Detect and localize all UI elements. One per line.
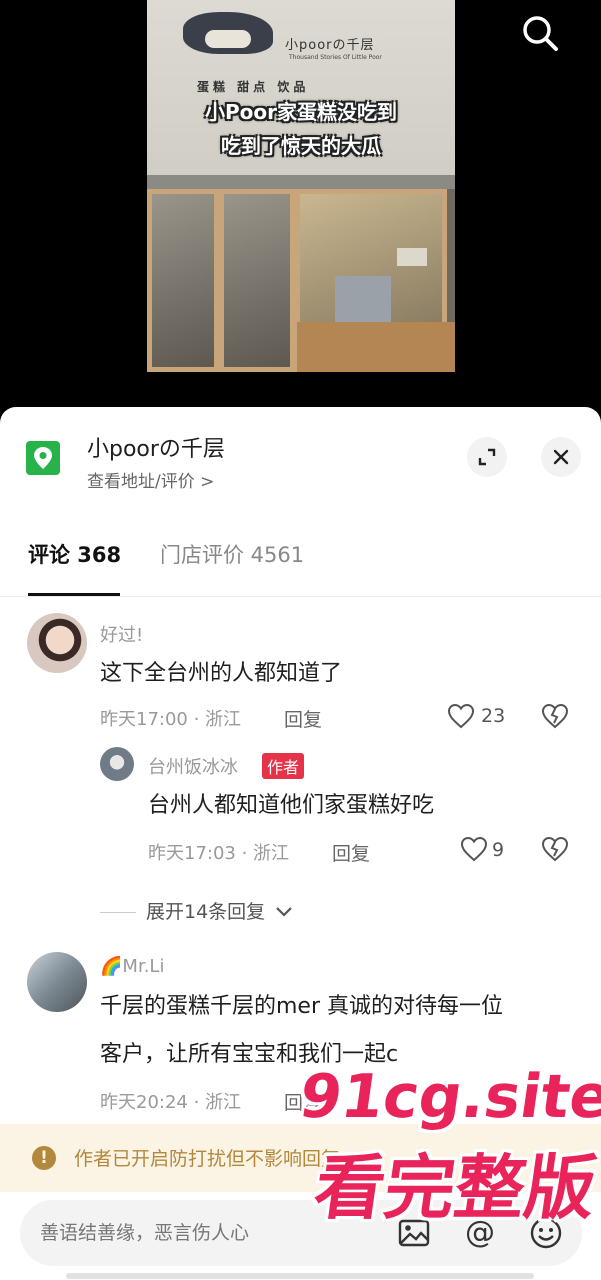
shop-sign-subtitle: Thousand Stories Of Little Poor <box>289 54 382 61</box>
shop-logo-image <box>183 12 273 54</box>
video-caption-line2: 吃到了惊天的大瓜 <box>221 134 381 158</box>
comment-text-line1: 千层的蛋糕千层的mer 真诚的对待每一位 <box>100 994 504 1019</box>
home-indicator <box>66 1273 534 1279</box>
close-icon[interactable] <box>541 437 581 477</box>
broken-heart-icon[interactable] <box>541 836 569 866</box>
exclamation-icon: ! <box>32 1146 56 1170</box>
reply-button[interactable]: 回复 <box>284 705 322 732</box>
comment-username[interactable]: 好过! <box>100 621 143 647</box>
tab-comments[interactable]: 评论 368 <box>28 539 121 569</box>
wooden-counter <box>297 322 455 372</box>
window-pane <box>147 189 219 372</box>
chevron-down-icon <box>276 907 293 917</box>
tab-store-reviews[interactable]: 门店评价 4561 <box>160 539 304 569</box>
view-address-reviews-link[interactable]: 查看地址/评价 > <box>87 467 214 492</box>
inner-sign <box>397 248 427 266</box>
search-icon[interactable] <box>516 10 564 58</box>
comment-meta: 昨天17:03 · 浙江 <box>148 843 290 864</box>
comment-meta: 昨天20:24 · 浙江 <box>100 1092 242 1113</box>
comment-username[interactable]: 台州饭冰冰 <box>148 753 238 779</box>
expand-replies-label: 展开14条回复 <box>146 901 266 923</box>
store-header: 小poorの千层 查看地址/评价 > <box>0 407 601 507</box>
shop-awning <box>147 175 455 189</box>
expand-icon[interactable] <box>467 437 507 477</box>
reply-item: 台州饭冰冰 作者 台州人都知道他们家蛋糕好吃 昨天17:03 · 浙江 回复 9 <box>0 747 601 877</box>
watermark-line2: 看完整版 <box>309 1147 601 1229</box>
avatar[interactable] <box>100 747 134 781</box>
heart-icon[interactable] <box>460 836 488 866</box>
avatar[interactable] <box>27 613 87 673</box>
comment-meta: 昨天17:00 · 浙江 <box>100 709 242 730</box>
notice-text: 作者已开启防打扰但不影响回复 <box>74 1148 341 1170</box>
comment-text: 这下全台州的人都知道了 <box>100 661 343 686</box>
like-count: 23 <box>481 705 506 727</box>
shop-door <box>219 189 295 372</box>
active-tab-indicator <box>28 593 120 596</box>
comment-username[interactable]: 🌈Mr.Li <box>100 956 164 977</box>
shop-sign-name: 小poorの千层 <box>285 38 375 53</box>
like-count: 9 <box>492 839 505 861</box>
comment-item: 好过! 这下全台州的人都知道了 昨天17:00 · 浙江 回复 23 <box>0 613 601 743</box>
avatar[interactable] <box>27 952 87 1012</box>
app-screen: 小poorの千层 Thousand Stories Of Little Poor… <box>0 0 601 1280</box>
expand-divider <box>100 912 136 913</box>
video-thumbnail: 小poorの千层 Thousand Stories Of Little Poor… <box>147 0 455 372</box>
heart-icon[interactable] <box>447 703 475 733</box>
video-caption-line1: 小Poor家蛋糕没吃到 <box>204 100 397 124</box>
video-player[interactable]: 小poorの千层 Thousand Stories Of Little Poor… <box>0 0 601 408</box>
comment-text: 台州人都知道他们家蛋糕好吃 <box>148 793 435 818</box>
reply-button[interactable]: 回复 <box>332 839 370 866</box>
shop-sign-menu: 蛋糕 甜点 饮品 <box>197 80 310 94</box>
tab-bar: 评论 368 门店评价 4561 <box>0 525 601 597</box>
inner-display <box>335 276 391 328</box>
broken-heart-icon[interactable] <box>541 703 569 733</box>
expand-replies-button[interactable]: 展开14条回复 <box>146 897 293 924</box>
watermark-line1: 91cg.site <box>295 1062 601 1132</box>
store-name[interactable]: 小poorの千层 <box>87 431 225 463</box>
location-pin-icon <box>26 441 60 475</box>
author-badge: 作者 <box>262 753 305 779</box>
